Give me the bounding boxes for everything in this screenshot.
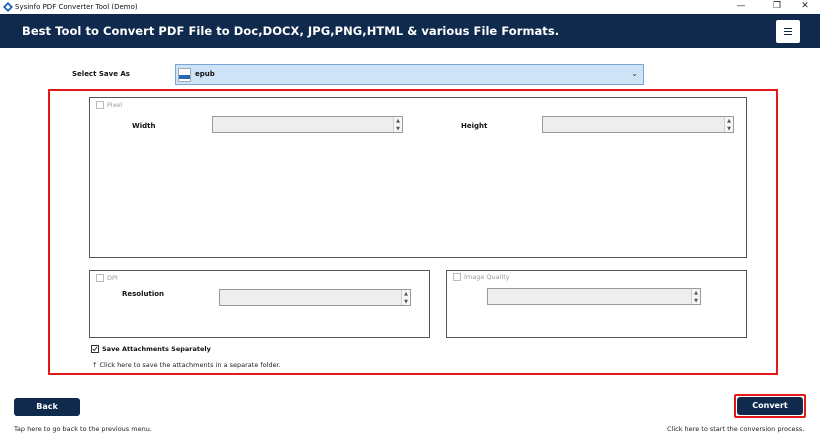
resolution-label: Resolution (122, 290, 165, 298)
header-title: Best Tool to Convert PDF File to Doc,DOC… (22, 24, 560, 38)
width-increment-icon[interactable]: ▲ (394, 117, 402, 125)
back-hint: Tap here to go back to the previous menu… (14, 425, 152, 433)
chevron-down-icon: ⌄ (631, 69, 638, 78)
save-attachments-hint: ↑ Click here to save the attachments in … (92, 361, 281, 369)
save-attachments-checkbox[interactable] (91, 345, 99, 353)
resolution-increment-icon[interactable]: ▲ (402, 290, 410, 298)
width-label: Width (132, 122, 156, 130)
epub-file-icon (178, 68, 191, 82)
convert-hint: Click here to start the conversion proce… (667, 425, 805, 433)
save-as-selected-value: epub (195, 70, 215, 78)
save-as-dropdown[interactable]: epub ⌄ (175, 64, 644, 85)
save-attachments-label: Save Attachments Separately (102, 345, 211, 353)
hamburger-menu-button[interactable] (776, 20, 800, 43)
pixel-checkbox[interactable] (96, 101, 104, 109)
restore-button[interactable]: ❐ (762, 0, 792, 14)
height-decrement-icon[interactable]: ▼ (725, 125, 733, 133)
dpi-checkbox[interactable] (96, 274, 104, 282)
back-button[interactable]: Back (14, 398, 80, 416)
window-title: Sysinfo PDF Converter Tool (Demo) (15, 3, 138, 11)
height-increment-icon[interactable]: ▲ (725, 117, 733, 125)
save-as-label: Select Save As (72, 70, 130, 78)
width-spinner[interactable]: ▲ ▼ (212, 116, 403, 133)
height-spinner[interactable]: ▲ ▼ (542, 116, 734, 133)
resolution-spinner[interactable]: ▲ ▼ (219, 289, 411, 306)
app-logo-icon (3, 2, 13, 12)
height-label: Height (461, 122, 488, 130)
image-quality-checkbox[interactable] (453, 273, 461, 281)
convert-button[interactable]: Convert (737, 397, 803, 415)
dpi-checkbox-label: DPI (107, 274, 118, 282)
minimize-button[interactable]: — (726, 0, 756, 14)
image-quality-spinner[interactable]: ▲ ▼ (487, 288, 701, 305)
width-decrement-icon[interactable]: ▼ (394, 125, 402, 133)
quality-decrement-icon[interactable]: ▼ (692, 297, 700, 305)
image-quality-checkbox-label: Image Quality (464, 273, 510, 281)
resolution-decrement-icon[interactable]: ▼ (402, 298, 410, 306)
checkmark-icon (92, 346, 98, 352)
quality-increment-icon[interactable]: ▲ (692, 289, 700, 297)
close-button[interactable]: ✕ (790, 0, 820, 14)
pixel-checkbox-label: Pixel (107, 101, 123, 109)
hamburger-menu-icon (784, 28, 792, 30)
